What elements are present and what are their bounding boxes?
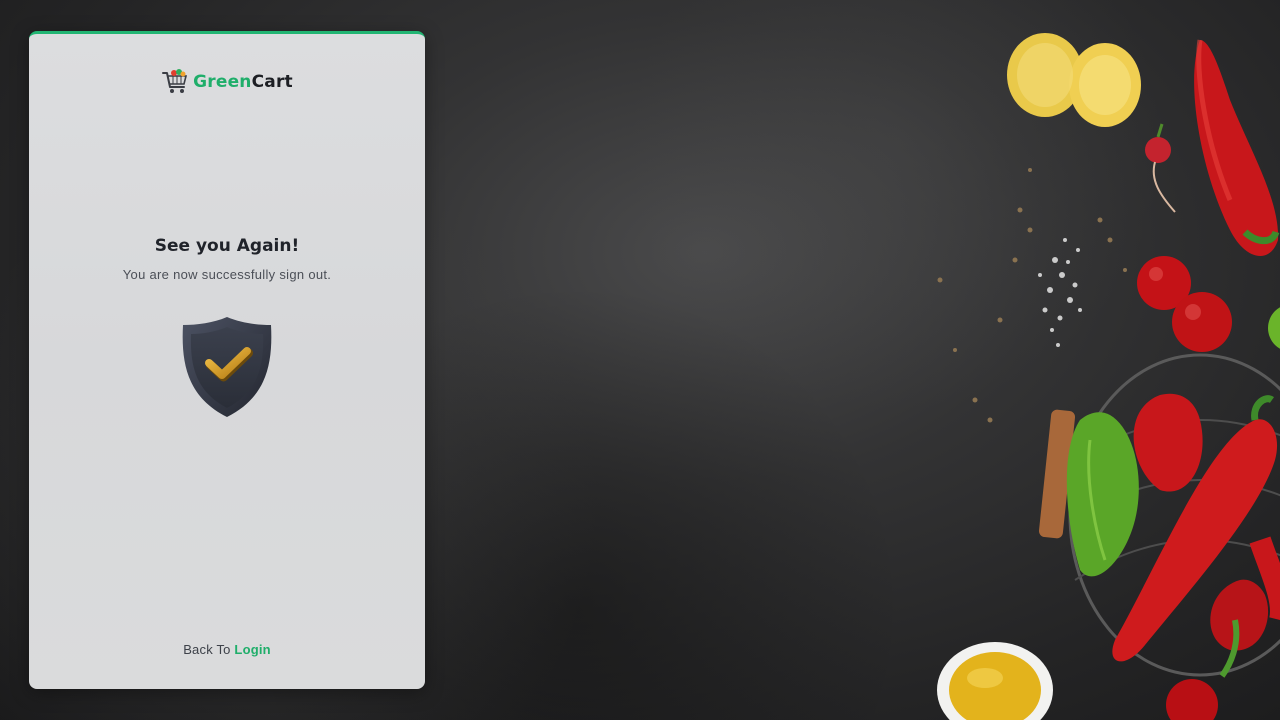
page-title: See you Again! bbox=[154, 236, 300, 256]
brand-name-dark: Cart bbox=[251, 72, 293, 92]
signout-page: GreenCart See you Again! You are now suc… bbox=[0, 0, 1280, 720]
login-link[interactable]: Login bbox=[234, 642, 270, 657]
basket-image bbox=[1038, 353, 1280, 678]
shield-check-icon bbox=[182, 317, 272, 417]
red-pepper-top-image bbox=[1194, 39, 1280, 257]
oil-bowl-image bbox=[937, 642, 1053, 720]
signout-card: GreenCart See you Again! You are now suc… bbox=[29, 31, 425, 689]
back-to-label: Back To bbox=[183, 642, 231, 657]
salt-image bbox=[1038, 238, 1082, 347]
vegetables-background-image bbox=[937, 33, 1280, 720]
brand-name: GreenCart bbox=[193, 72, 293, 92]
radish-image bbox=[1145, 123, 1176, 213]
corn-image bbox=[1007, 33, 1141, 127]
back-to-login: Back To Login bbox=[29, 642, 425, 657]
peppercorns-image bbox=[937, 168, 1127, 423]
brand-header: GreenCart bbox=[29, 68, 425, 96]
shopping-cart-icon bbox=[162, 69, 188, 93]
brand-name-green: Green bbox=[193, 72, 252, 92]
signout-message: You are now successfully sign out. bbox=[122, 267, 332, 282]
